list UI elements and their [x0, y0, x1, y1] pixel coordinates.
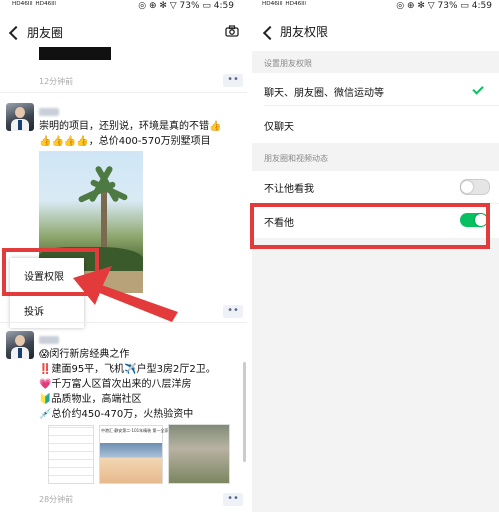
page-title: 朋友权限 — [280, 25, 329, 39]
option-chat-only[interactable]: 仅聊天 — [264, 118, 294, 133]
block-me-toggle[interactable] — [460, 179, 490, 195]
more-button[interactable]: •• — [223, 74, 243, 87]
signal-indicator: ᴴᴰ⁴⁶ᴵˡˡ ᴴᴰ⁴⁶ᴵˡˡ — [262, 1, 306, 11]
option-chat-moments-werun[interactable]: 聊天、朋友圈、微信运动等 — [264, 84, 384, 99]
status-indicators: ◎ ⊕ ✻ ▽ 73% ▭ 4:59 — [138, 1, 234, 11]
post-text-line: ‼️建面95平，飞机✈️户型3房2厅2卫。 — [39, 364, 216, 375]
back-icon[interactable] — [8, 25, 24, 41]
poster-name[interactable] — [39, 336, 59, 344]
moments-screen: ᴴᴰ⁴⁶ᴵˡˡ ᴴᴰ⁴⁶ᴵˡˡ ◎ ⊕ ✻ ▽ 73% ▭ 4:59 朋友圈 1… — [0, 0, 247, 512]
brochure-caption: 中港汇·静安第二·101年精装 第一全家居 — [101, 428, 173, 433]
post-text-line: 👍👍👍👍，总价400-570万别墅项目 — [39, 136, 211, 147]
more-button[interactable]: •• — [223, 493, 243, 506]
post-text-line: 💉总价约450-470万，火热验资中 — [39, 409, 194, 420]
avatar[interactable] — [6, 331, 34, 359]
permissions-screen: ᴴᴰ⁴⁶ᴵˡˡ ᴴᴰ⁴⁶ᴵˡˡ ◎ ⊕ ✻ ▽ 73% ▭ 4:59 朋友权限 … — [250, 0, 499, 512]
highlight-box — [250, 203, 490, 249]
status-bar: ᴴᴰ⁴⁶ᴵˡˡ ᴴᴰ⁴⁶ᴵˡˡ ◎ ⊕ ✻ ▽ 73% ▭ 4:59 — [262, 1, 492, 15]
highlight-box — [2, 248, 99, 296]
section-header: 朋友圈和视频动态 — [252, 143, 499, 171]
post-image-floorplan[interactable] — [48, 425, 94, 484]
more-button[interactable]: •• — [223, 305, 243, 318]
status-indicators: ◎ ⊕ ✻ ▽ 73% ▭ 4:59 — [396, 1, 492, 11]
row-block-me-label: 不让他看我 — [264, 184, 314, 195]
post-timestamp: 28分钟前 — [39, 495, 74, 504]
moments-nav-bar: 朋友圈 — [0, 18, 247, 48]
post-text-line: 😱闵行新房经典之作 — [39, 349, 130, 360]
menu-item-report[interactable]: 投诉 — [24, 303, 44, 318]
avatar[interactable] — [6, 103, 34, 131]
post-text-line: 💗千万富人区首次出来的八层洋房 — [39, 379, 192, 390]
poster-name[interactable] — [39, 108, 59, 116]
status-bar: ᴴᴰ⁴⁶ᴵˡˡ ᴴᴰ⁴⁶ᴵˡˡ ◎ ⊕ ✻ ▽ 73% ▭ 4:59 — [12, 1, 234, 15]
empty-area — [252, 238, 499, 512]
post-text-line: 崇明的项目，还别说，环境是真的不错👍 — [39, 121, 222, 132]
redacted-content — [39, 47, 111, 60]
scrollbar[interactable] — [243, 362, 246, 462]
post-divider — [0, 322, 247, 323]
post-divider — [0, 92, 247, 93]
post-image-aerial[interactable] — [168, 424, 230, 484]
post-text-line: 🔰品质物业，高端社区 — [39, 394, 142, 405]
checkmark-icon — [472, 83, 484, 95]
back-icon[interactable] — [262, 25, 278, 41]
signal-indicator: ᴴᴰ⁴⁶ᴵˡˡ ᴴᴰ⁴⁶ᴵˡˡ — [12, 1, 56, 11]
section-header: 设置朋友权限 — [252, 51, 499, 73]
page-title: 朋友圈 — [27, 26, 64, 40]
post-timestamp: 12分钟前 — [39, 77, 74, 86]
camera-icon[interactable] — [225, 25, 239, 37]
row-divider — [264, 105, 499, 106]
